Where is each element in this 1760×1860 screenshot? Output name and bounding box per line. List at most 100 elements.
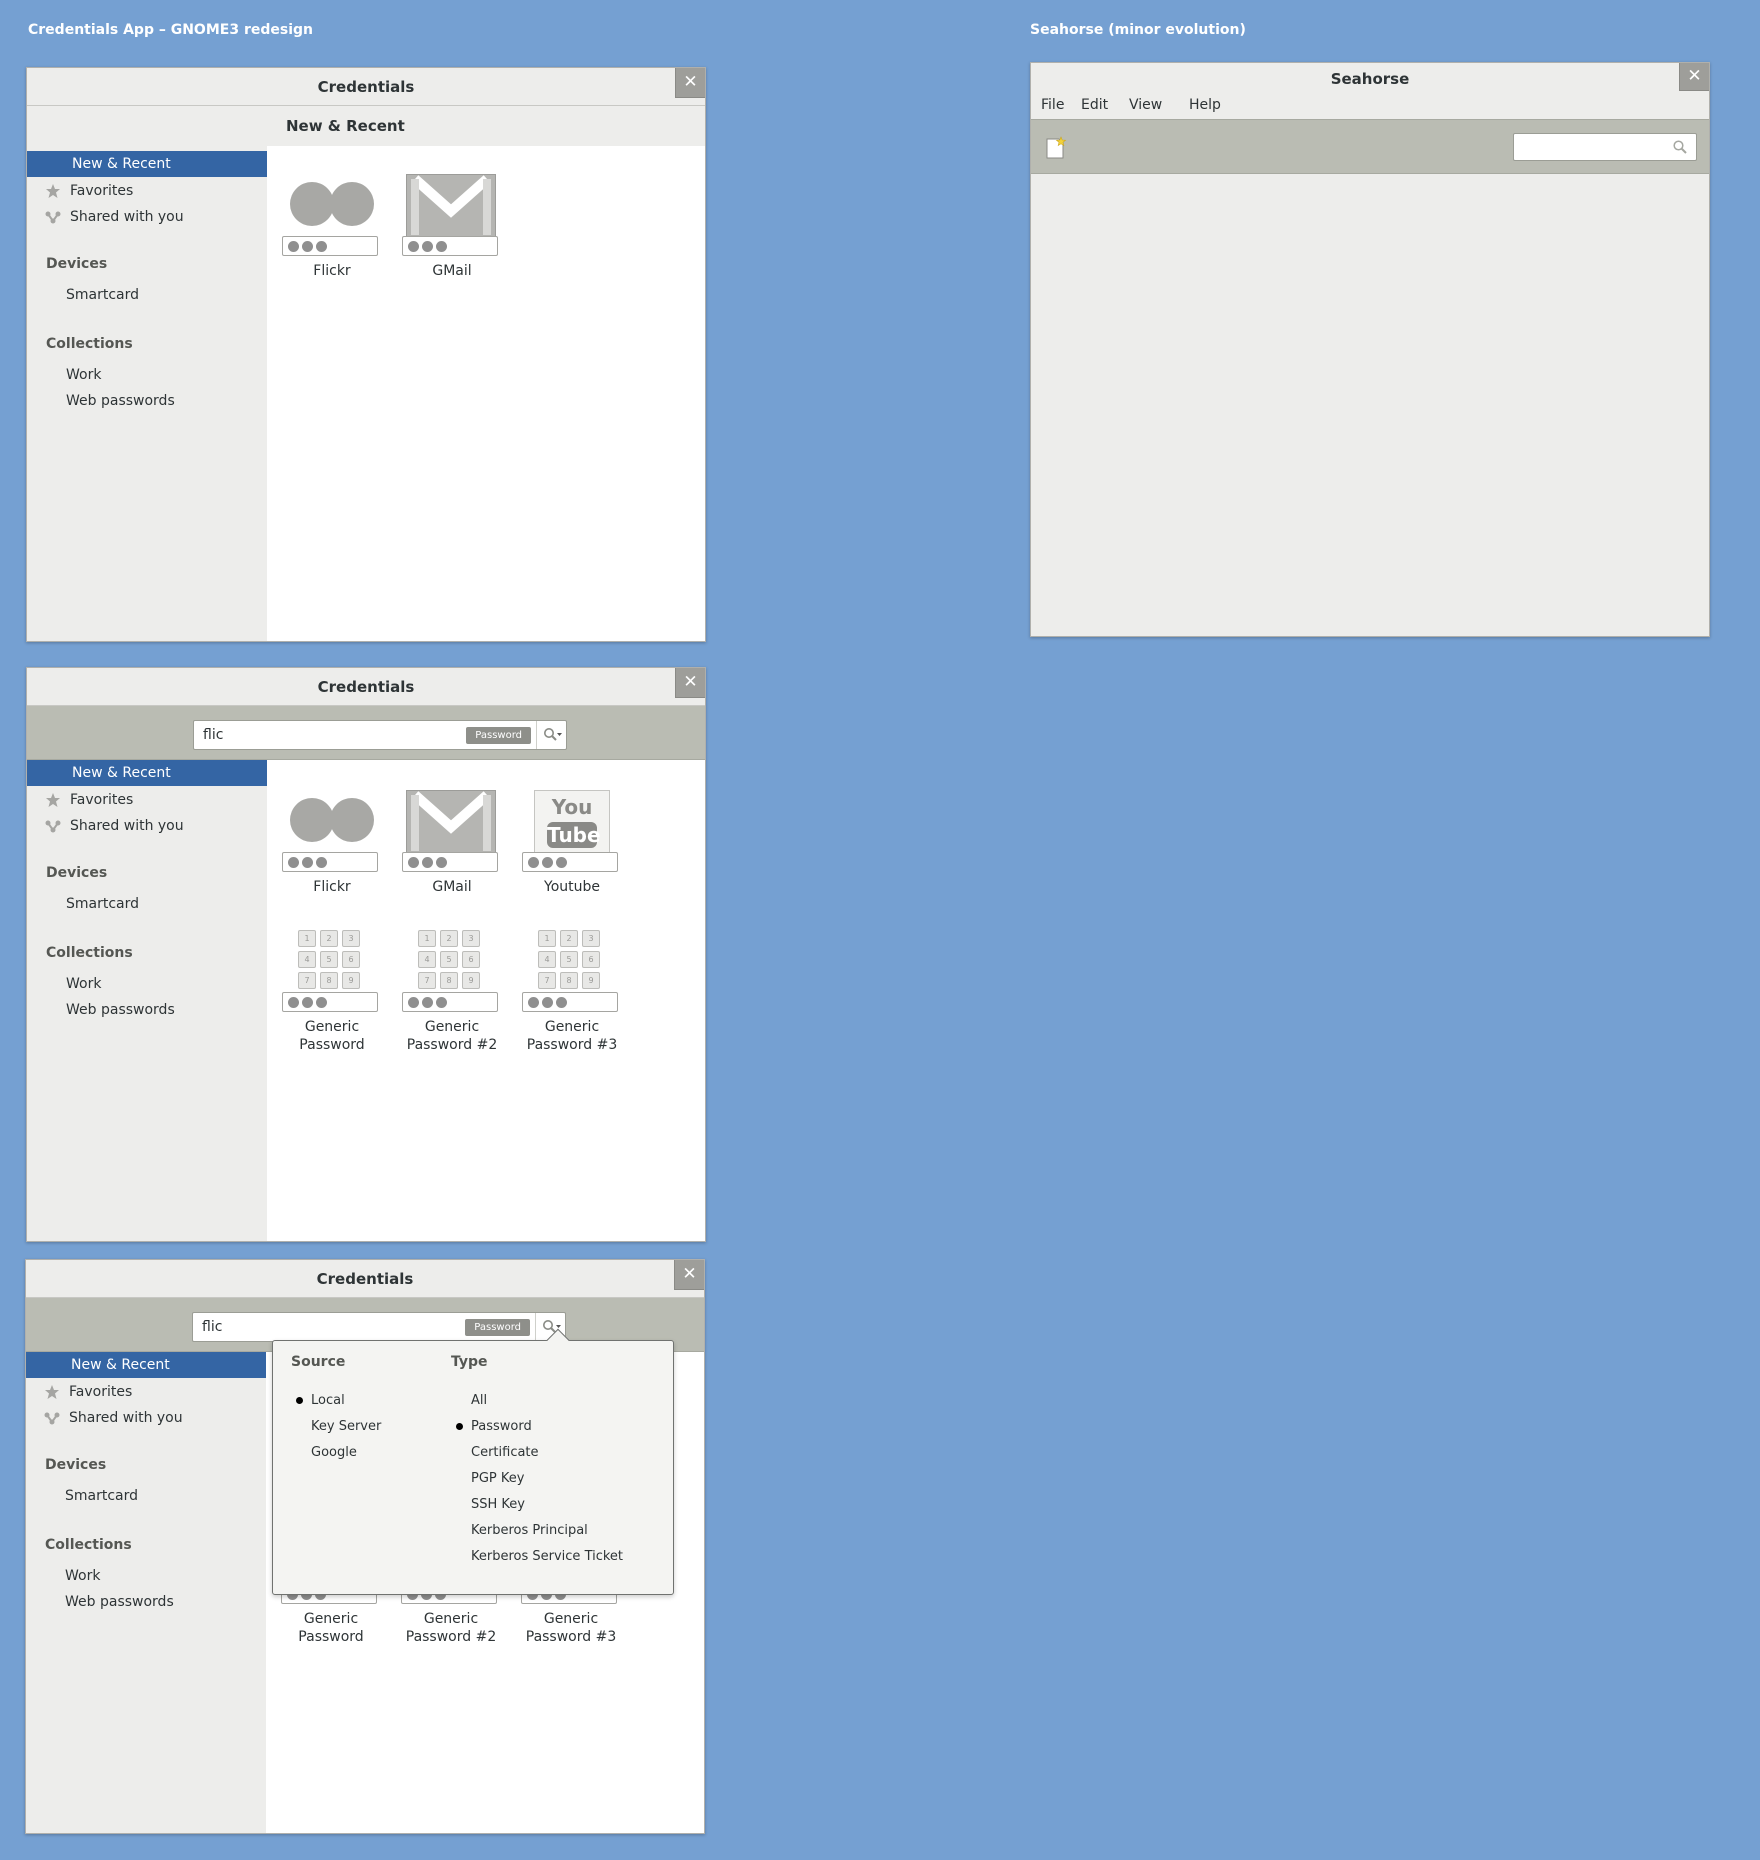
source-option-label: Local bbox=[311, 1393, 345, 1408]
type-option[interactable]: Kerberos Principal bbox=[471, 1521, 588, 1541]
keypad-key: 1 bbox=[418, 930, 436, 947]
window-title: Credentials bbox=[317, 78, 415, 96]
source-option[interactable]: Local bbox=[296, 1391, 345, 1411]
type-option-label: All bbox=[471, 1393, 488, 1408]
sidebar-item-smartcard[interactable]: Smartcard bbox=[26, 1483, 266, 1509]
radio-bullet-icon bbox=[296, 1397, 303, 1404]
sidebar: New & Recent Favorites Shared with you D… bbox=[26, 1352, 266, 1833]
type-option[interactable]: Certificate bbox=[471, 1443, 539, 1463]
keypad-key: 8 bbox=[440, 972, 458, 989]
credential-tile-gmail[interactable]: GMail bbox=[402, 790, 502, 895]
menu-help[interactable]: Help bbox=[1189, 97, 1221, 113]
sidebar-item-shared[interactable]: Shared with you bbox=[27, 204, 267, 230]
search-input[interactable]: flic bbox=[202, 1319, 222, 1335]
collections-heading: Collections bbox=[45, 1537, 132, 1553]
credential-tile-gmail[interactable]: GMail bbox=[402, 174, 502, 279]
search-entry[interactable] bbox=[1513, 133, 1697, 161]
sidebar-item-label: Work bbox=[66, 367, 102, 383]
sidebar-item-web-passwords[interactable]: Web passwords bbox=[27, 388, 267, 414]
sidebar-item-shared[interactable]: Shared with you bbox=[27, 813, 267, 839]
password-dots bbox=[402, 852, 498, 872]
menu-view[interactable]: View bbox=[1129, 97, 1162, 113]
keypad-key: 1 bbox=[538, 930, 556, 947]
sidebar-item-favorites[interactable]: Favorites bbox=[26, 1379, 266, 1405]
search-entry[interactable]: flic Password bbox=[192, 1312, 566, 1342]
credential-tile-generic-password-2[interactable]: 123 456 789 Generic Password #2 bbox=[402, 930, 502, 1053]
close-icon: ✕ bbox=[682, 1264, 697, 1284]
menubar: File Edit View Help bbox=[1031, 95, 1709, 119]
window-titlebar[interactable]: Credentials ✕ bbox=[27, 668, 705, 706]
window-titlebar[interactable]: Credentials ✕ bbox=[27, 68, 705, 106]
sidebar-item-shared[interactable]: Shared with you bbox=[26, 1405, 266, 1431]
sidebar-item-smartcard[interactable]: Smartcard bbox=[27, 891, 267, 917]
type-option-label: Password bbox=[471, 1419, 532, 1434]
close-button[interactable]: ✕ bbox=[674, 1260, 704, 1290]
window-title: Credentials bbox=[317, 678, 415, 696]
type-option[interactable]: Password bbox=[456, 1417, 532, 1437]
sidebar-item-web-passwords[interactable]: Web passwords bbox=[26, 1589, 266, 1615]
content-area: Flickr GMail You Tube Youtube 123 456 789 … bbox=[267, 760, 705, 1241]
window-titlebar[interactable]: Credentials ✕ bbox=[26, 1260, 704, 1298]
sidebar-item-web-passwords[interactable]: Web passwords bbox=[27, 997, 267, 1023]
sidebar: New & Recent Favorites Shared with you D… bbox=[27, 106, 267, 641]
password-dots bbox=[282, 852, 378, 872]
source-option[interactable]: Key Server bbox=[311, 1417, 381, 1437]
type-option[interactable]: SSH Key bbox=[471, 1495, 525, 1515]
keypad-key: 7 bbox=[298, 972, 316, 989]
sidebar-item-label: Favorites bbox=[70, 792, 134, 808]
type-option-label: SSH Key bbox=[471, 1497, 525, 1512]
source-option-label: Key Server bbox=[311, 1419, 382, 1434]
sidebar-item-work[interactable]: Work bbox=[27, 971, 267, 997]
new-item-button[interactable] bbox=[1045, 136, 1067, 160]
tile-label: Flickr bbox=[313, 879, 351, 895]
type-heading: Type bbox=[451, 1354, 488, 1370]
keypad-key: 9 bbox=[342, 972, 360, 989]
tile-label: Flickr bbox=[313, 263, 351, 279]
sidebar-item-work[interactable]: Work bbox=[27, 362, 267, 388]
keypad-key: 6 bbox=[342, 951, 360, 968]
menu-edit[interactable]: Edit bbox=[1081, 97, 1108, 113]
keypad-key: 4 bbox=[418, 951, 436, 968]
credential-tile-flickr[interactable]: Flickr bbox=[282, 790, 382, 895]
sidebar-item-favorites[interactable]: Favorites bbox=[27, 787, 267, 813]
keypad-key: 6 bbox=[462, 951, 480, 968]
devices-heading: Devices bbox=[45, 1457, 107, 1473]
type-option[interactable]: Kerberos Service Ticket bbox=[471, 1547, 623, 1567]
sidebar-item-label: Web passwords bbox=[66, 1002, 175, 1018]
close-button[interactable]: ✕ bbox=[675, 668, 705, 698]
credential-tile-generic-password[interactable]: 123 456 789 Generic Password bbox=[282, 930, 382, 1053]
search-options-button[interactable] bbox=[536, 721, 566, 749]
type-option[interactable]: All bbox=[471, 1391, 487, 1411]
seahorse-window: Seahorse ✕ File Edit View Help bbox=[1030, 62, 1710, 637]
type-option[interactable]: PGP Key bbox=[471, 1469, 524, 1489]
search-filter-tag[interactable]: Password bbox=[465, 1319, 530, 1336]
sidebar-item-smartcard[interactable]: Smartcard bbox=[27, 282, 267, 308]
credential-tile-flickr[interactable]: Flickr bbox=[282, 174, 382, 279]
menu-file[interactable]: File bbox=[1041, 97, 1064, 113]
type-option-label: Kerberos Principal bbox=[471, 1523, 588, 1538]
sidebar-item-work[interactable]: Work bbox=[26, 1563, 266, 1589]
search-filter-tag[interactable]: Password bbox=[466, 727, 531, 744]
sidebar-item-favorites[interactable]: Favorites bbox=[27, 178, 267, 204]
window-title: Credentials bbox=[316, 1270, 414, 1288]
close-button[interactable]: ✕ bbox=[1679, 63, 1709, 91]
sidebar-item-label: Smartcard bbox=[66, 896, 140, 912]
sidebar-item-new-recent[interactable]: New & Recent bbox=[27, 151, 267, 177]
keypad-icon: 123 456 789 bbox=[298, 930, 364, 994]
sidebar-item-label: New & Recent bbox=[72, 156, 171, 172]
search-entry[interactable]: flic Password bbox=[193, 720, 567, 750]
password-dots bbox=[282, 992, 378, 1012]
tile-label: Generic Password bbox=[298, 1611, 364, 1645]
search-input[interactable]: flic bbox=[203, 727, 223, 743]
type-option-label: Kerberos Service Ticket bbox=[471, 1549, 624, 1564]
sidebar-item-new-recent[interactable]: New & Recent bbox=[27, 760, 267, 786]
credential-tile-youtube[interactable]: You Tube Youtube bbox=[522, 790, 622, 895]
credential-tile-generic-password-3[interactable]: 123 456 789 Generic Password #3 bbox=[522, 930, 622, 1053]
close-icon: ✕ bbox=[683, 672, 698, 692]
source-option[interactable]: Google bbox=[311, 1443, 357, 1463]
type-option-label: PGP Key bbox=[471, 1471, 525, 1486]
keypad-key: 2 bbox=[560, 930, 578, 947]
window-titlebar[interactable]: Seahorse ✕ bbox=[1031, 63, 1709, 95]
sidebar-item-new-recent[interactable]: New & Recent bbox=[26, 1352, 266, 1378]
close-button[interactable]: ✕ bbox=[675, 68, 705, 98]
